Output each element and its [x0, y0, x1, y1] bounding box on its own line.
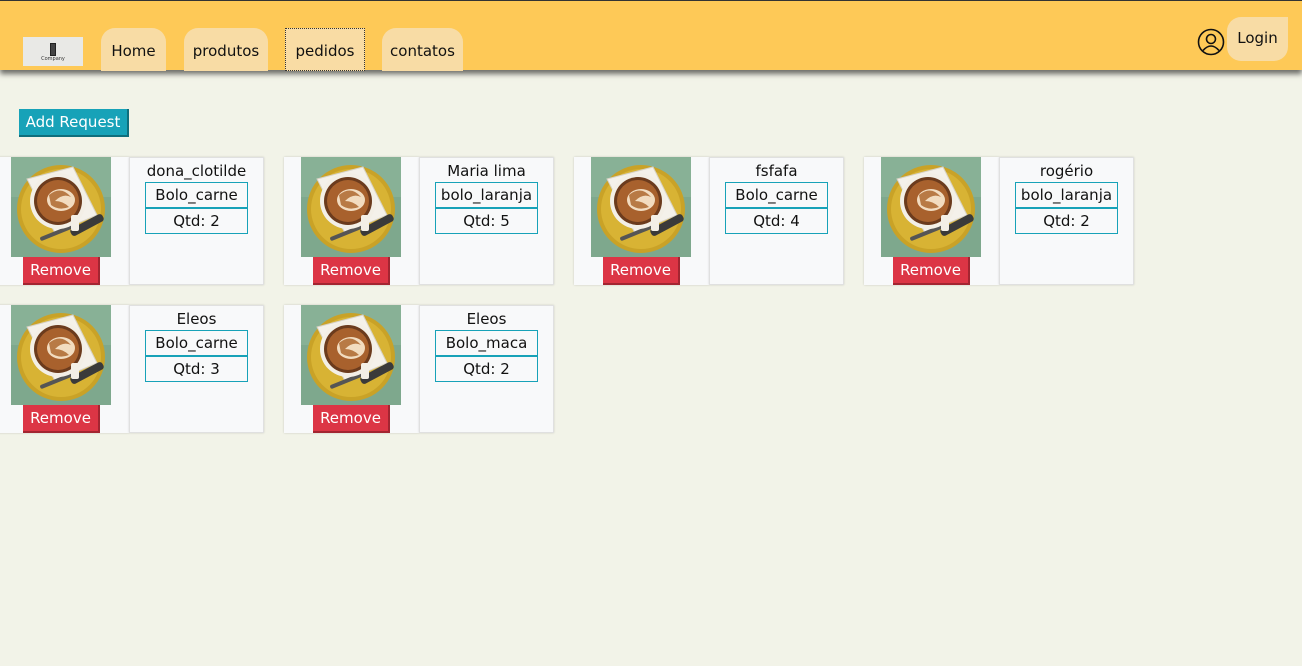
coffee-cup-image	[881, 157, 981, 257]
product-field: Bolo_maca	[435, 330, 538, 356]
nav-tab-pedidos[interactable]: pedidos	[285, 28, 365, 71]
add-request-button[interactable]: Add Request	[19, 109, 129, 137]
quantity-field: Qtd: 3	[145, 356, 248, 382]
order-info-panel: Maria lima bolo_laranja Qtd: 5	[419, 157, 554, 285]
quantity-field: Qtd: 2	[435, 356, 538, 382]
customer-name: Eleos	[466, 310, 507, 328]
quantity-field: Qtd: 4	[725, 208, 828, 234]
coffee-cup-image	[301, 305, 401, 405]
order-image-panel: Remove	[864, 157, 999, 285]
user-circle-icon[interactable]	[1197, 28, 1225, 56]
nav-tab-home[interactable]: Home	[101, 28, 166, 71]
product-field: Bolo_carne	[145, 182, 248, 208]
customer-name: fsfafa	[755, 162, 798, 180]
order-card: Remove fsfafa Bolo_carne Qtd: 4	[574, 157, 844, 285]
order-card: Remove Eleos Bolo_carne Qtd: 3	[0, 305, 264, 433]
quantity-field: Qtd: 2	[145, 208, 248, 234]
remove-button[interactable]: Remove	[23, 257, 100, 285]
customer-name: Maria lima	[447, 162, 526, 180]
coffee-cup-image	[11, 157, 111, 257]
order-image-panel: Remove	[574, 157, 709, 285]
product-field: bolo_laranja	[1015, 182, 1118, 208]
coffee-cup-image	[301, 157, 401, 257]
customer-name: dona_clotilde	[146, 162, 247, 180]
customer-name: rogério	[1039, 162, 1094, 180]
remove-button[interactable]: Remove	[23, 405, 100, 433]
order-card: Remove rogério bolo_laranja Qtd: 2	[864, 157, 1134, 285]
customer-name: Eleos	[176, 310, 217, 328]
order-image-panel: Remove	[0, 157, 129, 285]
top-navbar: Company Home produtos pedidos contatos L…	[0, 0, 1302, 71]
order-card: Remove dona_clotilde Bolo_carne Qtd: 2	[0, 157, 264, 285]
order-image-panel: Remove	[0, 305, 129, 433]
nav-tab-produtos[interactable]: produtos	[184, 28, 268, 71]
order-image-panel: Remove	[284, 305, 419, 433]
order-card: Remove Eleos Bolo_maca Qtd: 2	[284, 305, 554, 433]
order-info-panel: Eleos Bolo_carne Qtd: 3	[129, 305, 264, 433]
remove-button[interactable]: Remove	[313, 405, 390, 433]
logo-text: Company	[41, 55, 65, 62]
remove-button[interactable]: Remove	[603, 257, 680, 285]
coffee-cup-image	[11, 305, 111, 405]
remove-button[interactable]: Remove	[313, 257, 390, 285]
order-info-panel: Eleos Bolo_maca Qtd: 2	[419, 305, 554, 433]
order-info-panel: dona_clotilde Bolo_carne Qtd: 2	[129, 157, 264, 285]
company-logo[interactable]: Company	[23, 37, 83, 66]
product-field: Bolo_carne	[725, 182, 828, 208]
login-button[interactable]: Login	[1227, 17, 1288, 61]
coffee-cup-image	[591, 157, 691, 257]
logo-tower-icon	[50, 42, 56, 56]
order-image-panel: Remove	[284, 157, 419, 285]
order-info-panel: rogério bolo_laranja Qtd: 2	[999, 157, 1134, 285]
nav-tab-contatos[interactable]: contatos	[382, 28, 463, 71]
order-info-panel: fsfafa Bolo_carne Qtd: 4	[709, 157, 844, 285]
order-card: Remove Maria lima bolo_laranja Qtd: 5	[284, 157, 554, 285]
quantity-field: Qtd: 5	[435, 208, 538, 234]
remove-button[interactable]: Remove	[893, 257, 970, 285]
product-field: Bolo_carne	[145, 330, 248, 356]
quantity-field: Qtd: 2	[1015, 208, 1118, 234]
product-field: bolo_laranja	[435, 182, 538, 208]
